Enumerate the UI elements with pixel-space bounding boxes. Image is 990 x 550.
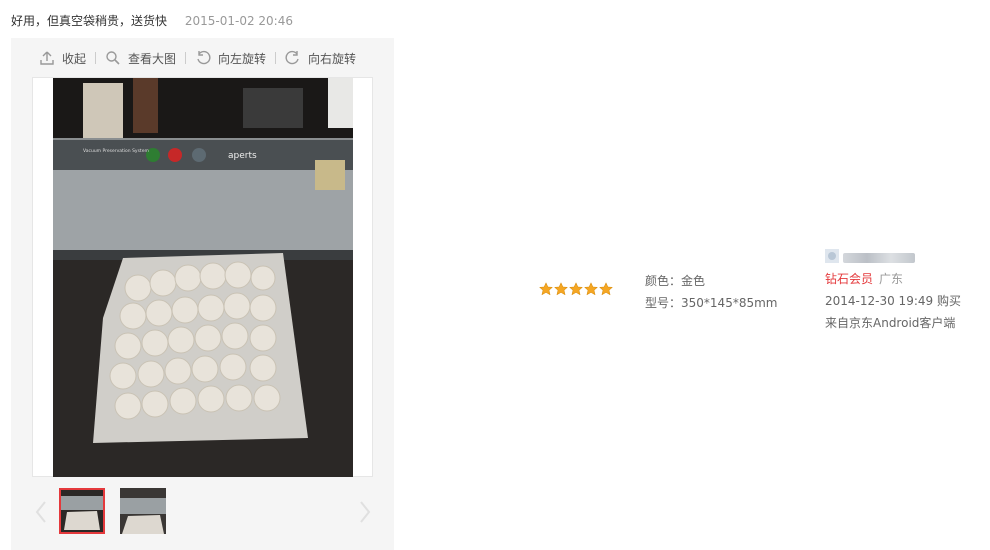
rotate-right-label: 向右旋转 <box>308 51 357 66</box>
thumbnail-1[interactable] <box>59 488 105 534</box>
rotate-left-label: 向左旋转 <box>218 51 267 66</box>
star-icon <box>538 282 554 296</box>
star-rating <box>538 282 614 296</box>
user-info: 钻石会员 广东 2014-12-30 19:49 购买 来自京东Android客户… <box>825 246 961 334</box>
toolbar-divider <box>275 52 277 64</box>
image-viewer: 收起 查看大图 向左旋转 向右旋转 aperts Vacuum Preserva… <box>11 38 394 550</box>
review-header: 好用，但真空袋稍贵，送货快 2015-01-02 20:46 <box>11 12 293 29</box>
star-icon <box>598 282 614 296</box>
review-text: 好用，但真空袋稍贵，送货快 <box>11 14 168 28</box>
magnifier-icon <box>105 50 121 66</box>
attr-value: 金色 <box>681 274 706 288</box>
thumbnail-image <box>61 490 103 532</box>
review-date: 2015-01-02 20:46 <box>184 14 293 28</box>
attr-model: 型号：350*145*85mm <box>645 292 777 314</box>
toolbar-divider <box>185 52 187 64</box>
prev-arrow-icon[interactable] <box>31 498 51 526</box>
star-icon <box>568 282 584 296</box>
view-large-button[interactable]: 查看大图 <box>105 50 176 67</box>
rotate-right-icon <box>285 50 301 66</box>
review-source: 来自京东Android客户端 <box>825 316 956 330</box>
user-level-row: 钻石会员 广东 <box>825 268 961 290</box>
attr-label: 型号： <box>645 296 682 310</box>
collapse-button[interactable]: 收起 <box>39 50 86 67</box>
member-level: 钻石会员 <box>825 272 874 286</box>
user-name-row <box>825 246 961 268</box>
next-arrow-icon[interactable] <box>355 498 375 526</box>
rotate-right-button[interactable]: 向右旋转 <box>285 50 356 67</box>
upload-icon <box>39 50 55 66</box>
purchase-time: 2014-12-30 19:49 <box>825 294 934 308</box>
thumbnail-2[interactable] <box>120 488 166 534</box>
viewer-toolbar: 收起 查看大图 向左旋转 向右旋转 <box>39 48 356 68</box>
avatar[interactable] <box>825 248 839 263</box>
attr-value: 350*145*85mm <box>681 296 778 310</box>
main-photo[interactable]: aperts Vacuum Preservation System <box>32 77 373 477</box>
star-icon <box>553 282 569 296</box>
username-blurred[interactable] <box>843 252 915 263</box>
toolbar-divider <box>95 52 97 64</box>
view-large-label: 查看大图 <box>128 51 177 66</box>
purchase-label: 购买 <box>936 294 961 308</box>
user-region: 广东 <box>879 272 904 286</box>
collapse-label: 收起 <box>62 51 87 66</box>
purchase-row: 2014-12-30 19:49 购买 <box>825 290 961 312</box>
attr-label: 颜色： <box>645 274 682 288</box>
vacuum-sealer-photo: aperts Vacuum Preservation System <box>53 78 353 477</box>
machine-caption-text: Vacuum Preservation System <box>83 148 149 154</box>
rotate-left-button[interactable]: 向左旋转 <box>195 50 266 67</box>
attr-color: 颜色：金色 <box>645 270 777 292</box>
thumbnail-image <box>120 488 166 534</box>
rotate-left-icon <box>195 50 211 66</box>
machine-brand-text: aperts <box>228 151 257 161</box>
thumbnail-strip <box>11 484 394 542</box>
product-attributes: 颜色：金色 型号：350*145*85mm <box>645 270 777 314</box>
star-icon <box>583 282 599 296</box>
